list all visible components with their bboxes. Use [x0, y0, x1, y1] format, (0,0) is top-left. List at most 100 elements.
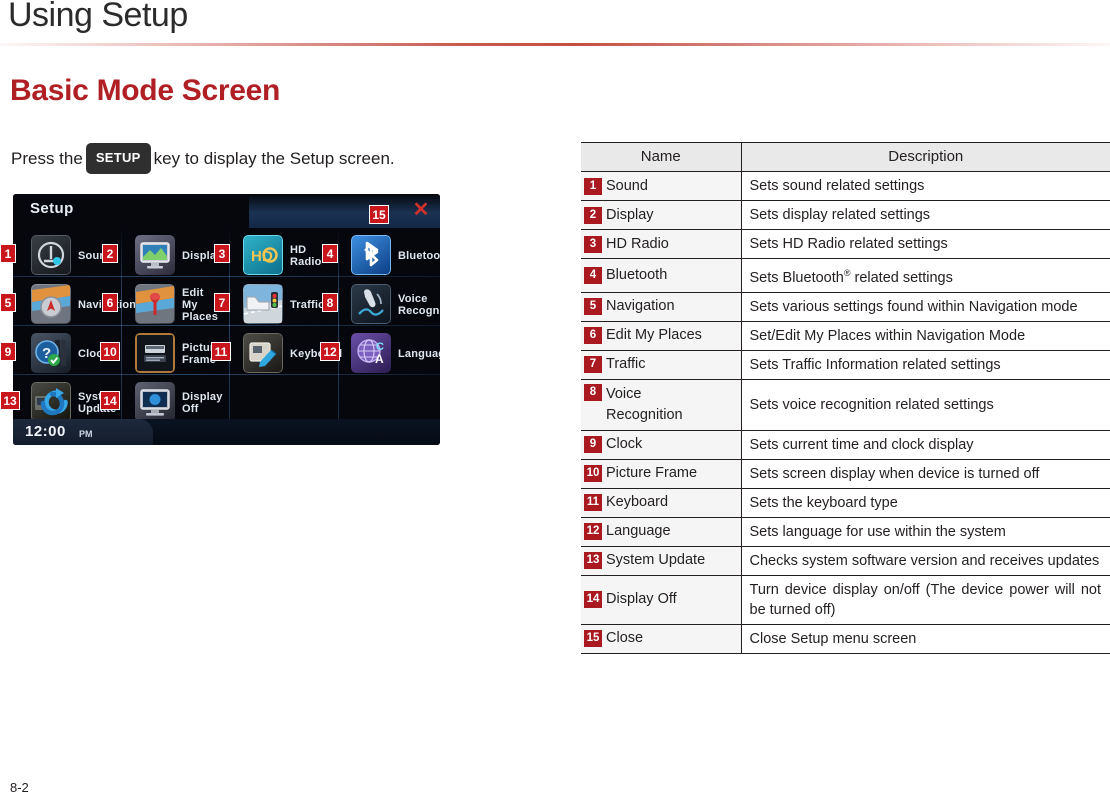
table-row: 14 Display Off Turn device display on/off …	[581, 575, 1110, 625]
column-header-description: Description	[741, 142, 1110, 172]
device-clock-pill: 12:00 PM	[13, 419, 153, 445]
table-cell-description: Sets Bluetooth® related settings	[741, 258, 1110, 293]
table-cell-name: 11 Keyboard	[581, 488, 742, 518]
table-cell-name: 2 Display	[581, 200, 742, 230]
device-tile-label: Edit My Places	[182, 287, 219, 323]
table-cell-description: Sets screen display when device is turne…	[741, 459, 1110, 489]
table-header-row: Name Description	[581, 142, 1110, 172]
table-row: 8 Voice Recognition Sets voice recognition…	[581, 379, 1110, 431]
clock-icon: ?	[31, 333, 71, 373]
table-cell-name: 12 Language	[581, 517, 742, 547]
page-number: 8-2	[10, 780, 29, 795]
table-cell-description: Sets Traffic Information related setting…	[741, 350, 1110, 380]
table-cell-description: Sets various settings found within Navig…	[741, 292, 1110, 322]
table-cell-name-label: Language	[606, 523, 671, 540]
display-icon	[135, 235, 175, 275]
callout-badge-8: 8	[322, 293, 338, 312]
table-row: 10 Picture Frame Sets screen display when …	[581, 459, 1110, 489]
setup-menu-table: Name Description 1 Sound Sets sound relate…	[581, 142, 1110, 654]
table-cell-name-label: Display	[606, 206, 654, 223]
table-row: 5 Navigation Sets various settings found w…	[581, 292, 1110, 322]
table-row: 1 Sound Sets sound related settings	[581, 171, 1110, 201]
table-cell-name: 13 System Update	[581, 546, 742, 576]
table-row: 12 Language Sets language for use within t…	[581, 517, 1110, 547]
table-row: 4 Bluetooth Sets Bluetooth® related settin…	[581, 258, 1110, 293]
table-cell-name-label: Close	[606, 630, 644, 647]
row-number-badge: 13	[584, 552, 602, 570]
table-cell-name: 4 Bluetooth	[581, 258, 742, 293]
row-number-badge: 7	[584, 356, 602, 374]
callout-badge-14: 14	[100, 391, 120, 410]
voice-recognition-icon	[351, 284, 391, 324]
row-number-badge: 5	[584, 298, 602, 316]
device-status-bar: 12:00 PM	[13, 419, 440, 445]
intro-instruction: Press the SETUP key to display the Setup s…	[11, 143, 395, 176]
row-number-badge: 9	[584, 436, 602, 454]
close-x-icon[interactable]: ✕	[411, 200, 431, 220]
hd-radio-icon: HD	[243, 235, 283, 275]
table-cell-name: 6 Edit My Places	[581, 321, 742, 351]
row-number-badge: 14	[584, 591, 602, 609]
table-row: 3 HD Radio Sets HD Radio related settings	[581, 229, 1110, 259]
row-number-badge: 3	[584, 235, 602, 253]
row-number-badge: 4	[584, 266, 602, 284]
intro-text-before: Press the	[11, 149, 83, 168]
table-cell-description: Sets the keyboard type	[741, 488, 1110, 518]
language-icon: CA	[351, 333, 391, 373]
device-tile-label: Bluetooth	[398, 250, 440, 262]
row-number-badge: 11	[584, 494, 602, 512]
table-cell-description: Close Setup menu screen	[741, 624, 1110, 654]
table-cell-description: Set/Edit My Places within Navigation Mod…	[741, 321, 1110, 351]
callout-badge-1: 1	[0, 244, 16, 263]
callout-badge-5: 5	[0, 293, 16, 312]
device-tile-label: HD Radio	[290, 244, 322, 268]
callout-badge-13: 13	[0, 391, 20, 410]
row-number-badge: 6	[584, 327, 602, 345]
table-cell-description: Sets display related settings	[741, 200, 1110, 230]
table-cell-name-label: Edit My Places	[606, 327, 702, 344]
table-cell-name-label: Sound	[606, 177, 648, 194]
table-cell-description: Sets voice recognition related settings	[741, 379, 1110, 431]
table-cell-name-label: HD Radio	[606, 235, 669, 252]
traffic-icon	[243, 284, 283, 324]
table-cell-name-label: Display Off	[606, 591, 677, 608]
table-row: 11 Keyboard Sets the keyboard type	[581, 488, 1110, 518]
row-number-badge: 15	[584, 630, 602, 648]
row-number-badge: 10	[584, 465, 602, 483]
page-title: Using Setup	[8, 0, 188, 34]
device-screenshot: Setup ✕ Sound Display H D HD Radio Bluetoo…	[13, 194, 440, 445]
table-cell-name-label: Picture Frame	[606, 465, 698, 482]
table-row: 6 Edit My Places Set/Edit My Places within…	[581, 321, 1110, 351]
table-cell-name-label: Traffic	[606, 356, 646, 373]
table-cell-name-label: System Update	[606, 552, 706, 569]
page-header: Using Setup	[0, 0, 1110, 46]
table-cell-description: Turn device display on/off (The device p…	[741, 575, 1110, 625]
picture-frame-icon	[135, 333, 175, 373]
table-row: 7 Traffic Sets Traffic Information related…	[581, 350, 1110, 380]
table-cell-name: 10 Picture Frame	[581, 459, 742, 489]
device-window-title: Setup	[30, 200, 74, 217]
table-cell-name: 5 Navigation	[581, 292, 742, 322]
callout-badge-7: 7	[214, 293, 230, 312]
callout-badge-9: 9	[0, 342, 16, 361]
table-cell-name: 7 Traffic	[581, 350, 742, 380]
intro-text-after: key to display the Setup screen.	[153, 149, 395, 168]
table-cell-name: 3 HD Radio	[581, 229, 742, 259]
display-off-icon	[135, 382, 175, 422]
table-cell-description: Sets HD Radio related settings	[741, 229, 1110, 259]
table-cell-name-label: Voice Recognition	[606, 385, 683, 423]
callout-badge-12: 12	[320, 342, 340, 361]
callout-badge-2: 2	[102, 244, 118, 263]
column-header-name: Name	[581, 142, 742, 172]
device-clock-time: 12:00	[25, 423, 66, 440]
table-cell-name: 1 Sound	[581, 171, 742, 201]
table-cell-name: 14 Display Off	[581, 575, 742, 625]
row-number-badge: 8	[584, 383, 602, 401]
callout-badge-4: 4	[322, 244, 338, 263]
registered-trademark-mark: ®	[843, 268, 851, 278]
table-cell-description: Sets current time and clock display	[741, 430, 1110, 460]
keyboard-icon	[243, 333, 283, 373]
callout-badge-10: 10	[100, 342, 120, 361]
bluetooth-icon	[351, 235, 391, 275]
row-number-badge: 1	[584, 177, 602, 195]
